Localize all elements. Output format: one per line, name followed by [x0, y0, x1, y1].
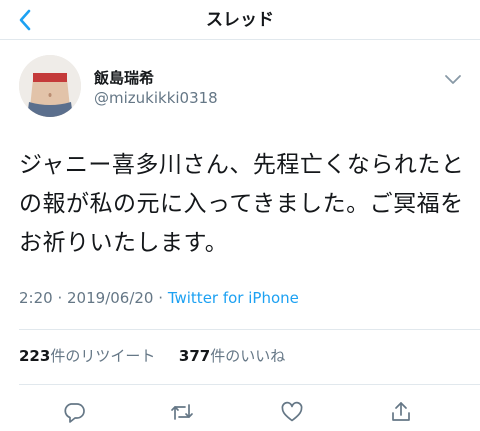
- like-count: 377: [178, 347, 211, 365]
- engagement-counts: 223件のリツイート 377件のいいね: [19, 345, 285, 366]
- display-name[interactable]: 飯島瑞希: [94, 67, 154, 88]
- retweet-count-link[interactable]: 223件のリツイート: [19, 347, 155, 365]
- retweet-icon[interactable]: [170, 400, 194, 424]
- top-bar: スレッド: [0, 0, 480, 40]
- share-icon[interactable]: [389, 400, 413, 424]
- divider: [19, 329, 480, 330]
- tweet-date: 2019/06/20: [67, 289, 154, 307]
- like-icon[interactable]: [280, 400, 304, 424]
- tweet-source-link[interactable]: Twitter for iPhone: [168, 289, 299, 307]
- tweet-time: 2:20: [19, 289, 53, 307]
- tweet-text: ジャニー喜多川さん、先程亡くなられたとの報が私の元に入ってきました。ご冥福をお祈…: [19, 152, 465, 256]
- meta-dot: ·: [158, 289, 168, 307]
- page-title: スレッド: [206, 10, 274, 30]
- divider: [19, 384, 480, 385]
- chevron-down-icon[interactable]: [444, 73, 462, 85]
- retweet-count: 223: [19, 347, 51, 365]
- like-count-link[interactable]: 377件のいいね: [179, 347, 285, 365]
- tweet-meta: 2:20 · 2019/06/20 · Twitter for iPhone: [19, 289, 299, 307]
- avatar[interactable]: [19, 55, 81, 117]
- meta-dot: ·: [57, 289, 68, 307]
- avatar-photo-icon: [19, 55, 81, 117]
- reply-icon[interactable]: [62, 400, 86, 424]
- like-count-label: 件のいいね: [210, 347, 286, 365]
- retweet-count-label: 件のリツイート: [50, 347, 156, 365]
- user-handle[interactable]: @mizukikki0318: [94, 89, 218, 107]
